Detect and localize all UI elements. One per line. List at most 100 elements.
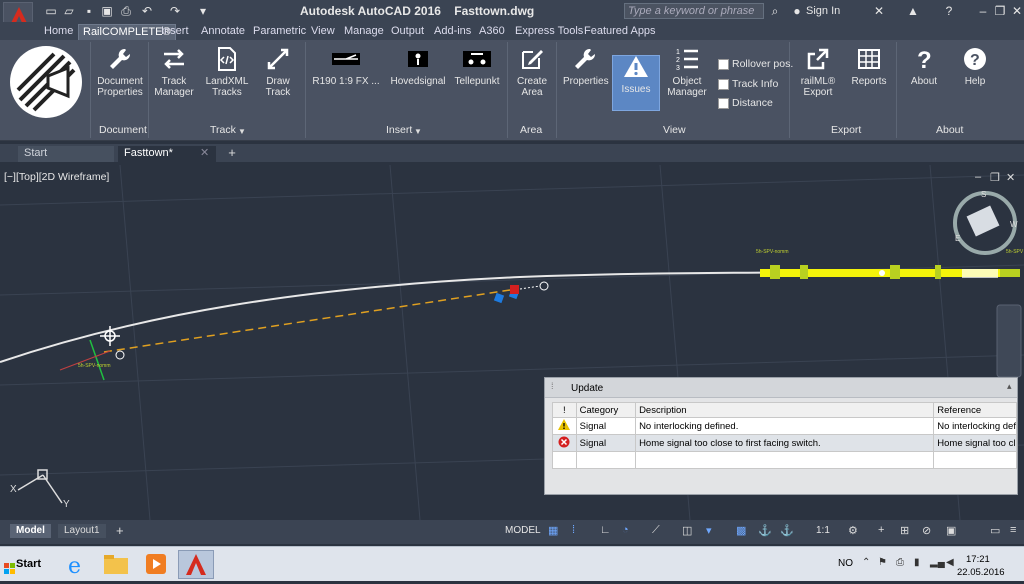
- help-icon[interactable]: ?: [942, 4, 956, 18]
- ortho-mode-icon[interactable]: ∟: [600, 524, 611, 536]
- column-header-reference[interactable]: Reference: [933, 402, 1017, 418]
- tellepunkt-button[interactable]: Tellepunkt: [452, 46, 502, 87]
- object-snap-icon[interactable]: ◫: [682, 524, 692, 537]
- input-language-indicator[interactable]: NO: [838, 558, 853, 569]
- open-folder-icon[interactable]: ▱: [62, 4, 76, 18]
- tab-annotate[interactable]: Annotate: [197, 24, 249, 40]
- clock-time[interactable]: 17:21: [966, 554, 990, 565]
- start-button[interactable]: Start: [2, 551, 44, 577]
- tab-manage[interactable]: Manage: [340, 24, 388, 40]
- track-manager-button[interactable]: Track Manager: [154, 46, 194, 98]
- draw-track-button[interactable]: Draw Track: [262, 46, 294, 98]
- workspace-gear-icon[interactable]: ⚙: [848, 524, 858, 537]
- annotation-scale-button[interactable]: 1:1: [816, 525, 830, 536]
- track-info-checkbox[interactable]: [718, 79, 729, 90]
- doc-tab-start[interactable]: Start: [18, 146, 114, 162]
- tab-home[interactable]: Home: [40, 24, 77, 40]
- new-layout-plus-icon[interactable]: +: [110, 524, 130, 538]
- customize-quick-access-icon[interactable]: ▾: [196, 4, 210, 18]
- model-space-button[interactable]: MODEL: [505, 525, 541, 536]
- tab-a360[interactable]: A360: [475, 24, 509, 40]
- update-button[interactable]: Update: [571, 383, 603, 394]
- tab-parametric[interactable]: Parametric: [249, 24, 310, 40]
- table-row[interactable]: Signal Home signal too close to first fa…: [552, 434, 1017, 452]
- user-icon[interactable]: ●: [790, 4, 804, 18]
- volume-icon[interactable]: ◀: [946, 557, 954, 568]
- object-snap-tracking-icon[interactable]: ▾: [706, 524, 712, 537]
- isolate-objects-icon[interactable]: ⊘: [922, 524, 931, 537]
- plus-icon[interactable]: +: [878, 524, 884, 536]
- internet-explorer-icon[interactable]: e: [60, 550, 92, 579]
- annotation-visibility-icon[interactable]: ⚓: [758, 524, 772, 537]
- isodraft-icon[interactable]: ⟋: [652, 524, 660, 537]
- doc-tab-fasttown[interactable]: Fasttown* ✕: [118, 146, 216, 162]
- chevron-down-icon[interactable]: ▼: [238, 127, 246, 136]
- redo-icon[interactable]: ↷: [168, 4, 182, 18]
- column-header-category[interactable]: Category: [575, 402, 637, 418]
- action-center-flag-icon[interactable]: ⚑: [878, 557, 887, 568]
- print-icon[interactable]: ⎙: [119, 4, 133, 18]
- tab-featured-apps[interactable]: Featured Apps: [580, 24, 660, 40]
- tab-insert[interactable]: Insert: [157, 24, 193, 40]
- clean-screen-icon[interactable]: ▭: [990, 524, 1000, 537]
- a360-icon[interactable]: ▲: [906, 4, 920, 18]
- landxml-tracks-button[interactable]: LandXML Tracks: [204, 46, 250, 98]
- sign-in-link[interactable]: Sign In: [806, 5, 840, 17]
- close-tab-icon[interactable]: ✕: [200, 146, 209, 160]
- tab-express-tools[interactable]: Express Tools: [511, 24, 587, 40]
- tab-output[interactable]: Output: [387, 24, 428, 40]
- railml-export-button[interactable]: railML® Export: [798, 46, 838, 98]
- hovedsignal-button[interactable]: Hovedsignal: [390, 46, 446, 87]
- save-as-icon[interactable]: ▣: [100, 4, 114, 18]
- table-row[interactable]: Signal No interlocking defined. No inter…: [552, 417, 1017, 435]
- palette-scroll-icon[interactable]: ▴: [1007, 381, 1012, 392]
- r190-switch-button[interactable]: R190 1:9 FX ...: [312, 46, 380, 87]
- restore-icon[interactable]: ❐: [993, 4, 1007, 18]
- reports-button[interactable]: Reports: [848, 46, 890, 87]
- customization-icon[interactable]: ≡: [1010, 524, 1016, 536]
- issues-button-content[interactable]: Issues: [614, 54, 658, 95]
- polar-tracking-icon[interactable]: ◔: [622, 524, 629, 536]
- show-hidden-icons-icon[interactable]: ⌃: [862, 557, 870, 568]
- chevron-down-icon[interactable]: ▼: [414, 127, 422, 136]
- grid-display-icon[interactable]: ▦: [548, 524, 558, 537]
- object-manager-button[interactable]: 123 Object Manager: [666, 46, 708, 98]
- lineweight-icon[interactable]: ▩: [736, 524, 746, 537]
- media-player-icon[interactable]: [140, 550, 172, 579]
- tab-view[interactable]: View: [307, 24, 339, 40]
- search-input[interactable]: Type a keyword or phrase: [624, 3, 764, 19]
- minimize-icon[interactable]: –: [976, 4, 990, 18]
- save-icon[interactable]: ▪: [82, 4, 96, 18]
- clock-date[interactable]: 22.05.2016: [957, 567, 1005, 578]
- viewport-close-icon[interactable]: ✕: [1006, 171, 1015, 184]
- viewport-controls-label[interactable]: [−][Top][2D Wireframe]: [4, 171, 109, 183]
- new-file-icon[interactable]: ▭: [44, 4, 58, 18]
- properties-button[interactable]: Properties: [563, 46, 609, 87]
- hardware-acceleration-icon[interactable]: ▣: [946, 524, 956, 537]
- network-icon[interactable]: ▮: [914, 557, 920, 568]
- viewport-minimize-icon[interactable]: –: [975, 171, 981, 183]
- auto-scale-icon[interactable]: ⚓: [780, 524, 794, 537]
- units-icon[interactable]: ⊞: [900, 524, 909, 537]
- tab-add-ins[interactable]: Add-ins: [430, 24, 475, 40]
- file-explorer-icon[interactable]: [100, 550, 132, 579]
- column-header-severity[interactable]: !: [552, 402, 577, 418]
- create-area-button[interactable]: Create Area: [512, 46, 552, 98]
- printer-tray-icon[interactable]: ⎙: [896, 557, 904, 568]
- close-icon[interactable]: ✕: [1010, 4, 1024, 18]
- snap-mode-icon[interactable]: ⁞: [572, 524, 575, 536]
- layout-tab-model[interactable]: Model: [10, 524, 51, 538]
- rollover-pos-checkbox[interactable]: [718, 59, 729, 70]
- layout-tab-layout1[interactable]: Layout1: [58, 524, 106, 538]
- distance-checkbox[interactable]: [718, 98, 729, 109]
- column-header-description[interactable]: Description: [635, 402, 935, 418]
- binoculars-icon[interactable]: ⌕: [768, 4, 782, 18]
- document-properties-button[interactable]: Document Properties: [96, 46, 144, 98]
- signal-strength-icon[interactable]: ▂▄: [930, 557, 945, 568]
- autocad-taskbar-icon[interactable]: [178, 550, 214, 579]
- help-button[interactable]: ? Help: [958, 46, 992, 87]
- new-tab-plus-icon[interactable]: +: [224, 146, 240, 160]
- about-button[interactable]: ? About: [906, 46, 942, 87]
- undo-icon[interactable]: ↶: [140, 4, 154, 18]
- exchange-apps-icon[interactable]: ✕: [872, 4, 886, 18]
